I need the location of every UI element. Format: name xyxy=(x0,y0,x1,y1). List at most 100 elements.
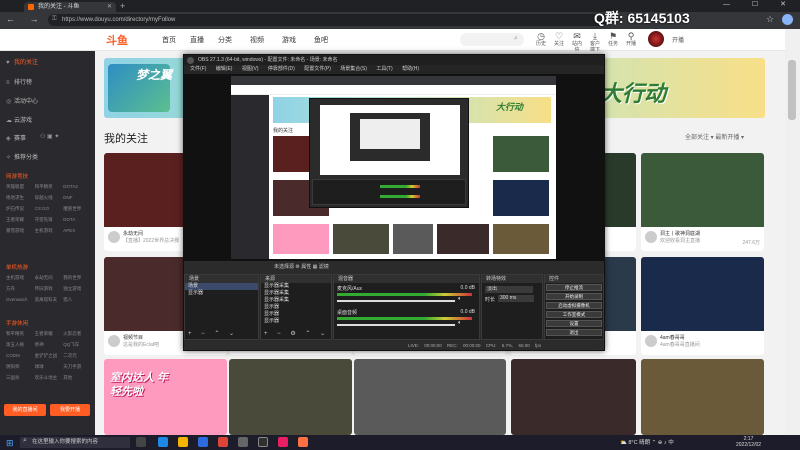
follow-filters[interactable]: 全部关注 ▾ 最新开播 ▾ xyxy=(685,132,744,141)
sidebar-cat[interactable]: QQ飞车 xyxy=(63,342,92,353)
sidebar-cat[interactable]: 逃离塔科夫 xyxy=(35,297,64,308)
virtual-camera-button[interactable]: 启动虚拟摄像机 xyxy=(546,302,602,309)
nav-live[interactable]: 直播 xyxy=(190,35,204,45)
sidebar-cat[interactable]: 绝地求生 xyxy=(6,195,35,206)
obs-preview[interactable]: 大行动 我的关注 xyxy=(231,76,556,259)
sidebar-item-cloud[interactable]: ☁ 云游戏 xyxy=(6,115,32,124)
file-explorer-icon[interactable] xyxy=(178,437,188,447)
sidebar-cat[interactable]: 英雄联盟 xyxy=(6,184,35,195)
app-icon[interactable] xyxy=(238,437,248,447)
sidebar-cat[interactable]: DOTA xyxy=(63,217,92,228)
sidebar-cat[interactable]: 我的世界 xyxy=(63,275,92,286)
profile-icon[interactable] xyxy=(782,14,793,25)
exit-button[interactable]: 退出 xyxy=(546,329,602,336)
sidebar-cat[interactable]: 和平精英 xyxy=(35,184,64,195)
start-live-button[interactable]: 我要开播 xyxy=(50,404,90,416)
volume-slider[interactable] xyxy=(337,324,455,326)
sidebar-item-events[interactable]: ◎ 活动中心 xyxy=(6,96,38,105)
sidebar-cat[interactable]: 三国杀 xyxy=(6,375,35,386)
sidebar-item-match[interactable]: ◈ 赛事 xyxy=(6,133,26,142)
sidebar-cat[interactable]: 第五人格 xyxy=(6,342,35,353)
sidebar-cat[interactable]: 二次元 xyxy=(63,353,92,364)
taskbar-search[interactable]: 在这里输入你要搜索的内容 xyxy=(20,437,130,448)
obs-taskbar-icon[interactable] xyxy=(258,437,268,447)
sidebar-item-follow[interactable]: ♥ 我的关注 xyxy=(6,57,38,66)
stream-card[interactable] xyxy=(354,359,506,435)
edge-icon[interactable] xyxy=(158,437,168,447)
sidebar-cat[interactable]: 天刀手游 xyxy=(63,364,92,375)
url-field[interactable]: https://www.douyu.com/directory/myFollow xyxy=(48,14,608,26)
sidebar-cat[interactable]: 猎人 xyxy=(63,297,92,308)
task-icon[interactable]: ⚑ 任务 xyxy=(606,31,620,47)
sidebar-cat[interactable]: APEX xyxy=(63,228,92,239)
sidebar-cat[interactable]: 火影忍者 xyxy=(63,331,92,342)
windows-start-icon[interactable]: ⊞ xyxy=(6,438,14,449)
store-icon[interactable] xyxy=(198,437,208,447)
bookmark-star-icon[interactable]: ☆ xyxy=(766,14,774,25)
sidebar-cat[interactable]: 金铲铲之战 xyxy=(35,353,64,364)
source-item[interactable]: 显示器 xyxy=(261,318,331,325)
location-icon[interactable]: ⚲ 开播 xyxy=(624,31,638,47)
follow-icon[interactable]: ♡ 关注 xyxy=(552,31,566,47)
source-item[interactable]: 显示器采集 xyxy=(261,290,331,297)
stream-card[interactable]: 洞主丨歌神洞庭湖 欢迎收看洞主直播 247.6万 xyxy=(641,153,764,251)
volume-slider[interactable] xyxy=(337,300,455,302)
sidebar-cat[interactable]: 主机游戏 xyxy=(6,275,35,286)
system-tray[interactable]: ⛅ 8°C 晴朗 ⌃ ⊕ ♪ 中 xyxy=(620,438,674,446)
stream-title[interactable]: 4am春哥哥 xyxy=(660,334,764,341)
sidebar-cat[interactable]: 炉石传说 xyxy=(6,206,35,217)
sidebar-cat[interactable]: 阴阳师 xyxy=(6,364,35,375)
history-icon[interactable]: ◷ 历史 xyxy=(534,31,548,47)
speaker-icon[interactable]: 🔈︎ xyxy=(458,296,462,303)
sidebar-cat[interactable]: 原神 xyxy=(35,342,64,353)
source-item[interactable]: 显示器采集 xyxy=(261,283,331,290)
sidebar-cat[interactable]: 方舟 xyxy=(6,286,35,297)
start-recording-button[interactable]: 开始录制 xyxy=(546,293,602,300)
sidebar-item-rank[interactable]: ≡ 排行榜 xyxy=(6,77,32,86)
upload-link[interactable]: 开播 xyxy=(672,35,684,44)
scene-item[interactable]: 显示器 xyxy=(185,290,258,297)
stream-card[interactable]: 室内达人 年轻先啦 xyxy=(104,359,227,435)
settings-button[interactable]: 设置 xyxy=(546,320,602,327)
nav-category[interactable]: 分类 xyxy=(218,35,232,45)
search-icon[interactable]: ⌕ xyxy=(514,35,518,43)
source-item[interactable]: 显示器采集 xyxy=(261,297,331,304)
app-icon[interactable] xyxy=(278,437,288,447)
chrome-icon[interactable] xyxy=(218,437,228,447)
avatar[interactable] xyxy=(648,31,664,47)
stream-card[interactable] xyxy=(229,359,352,435)
stream-thumbnail[interactable] xyxy=(641,359,764,435)
avatar[interactable] xyxy=(645,231,657,243)
close-tab-icon[interactable]: ✕ xyxy=(107,2,112,12)
scene-controls[interactable]: + − ⌃ ⌄ xyxy=(188,330,238,337)
sidebar-cat[interactable]: 欢乐斗地主 xyxy=(35,375,64,386)
obs-menu-bar[interactable]: 文件(F) 编辑(E) 视图(V) 停靠部件(D) 配置文件(P) 场景集合(S… xyxy=(184,65,604,74)
sidebar-cat[interactable]: 和平精英 xyxy=(6,331,35,342)
duration-input[interactable]: 300 ms xyxy=(498,295,534,302)
sidebar-cat[interactable]: 穿越火线 xyxy=(35,195,64,206)
sidebar-cat[interactable]: 主机游戏 xyxy=(35,228,64,239)
avatar[interactable] xyxy=(108,335,120,347)
sidebar-item-recommend[interactable]: ✧ 推荐分类 xyxy=(6,152,38,161)
stream-thumbnail[interactable] xyxy=(354,359,506,435)
scene-item[interactable]: 场景 xyxy=(185,283,258,290)
sidebar-cat[interactable]: 守望先锋 xyxy=(35,217,64,228)
source-controls[interactable]: + − ⚙ ⌃ ⌄ xyxy=(264,330,329,337)
scrollbar-thumb[interactable] xyxy=(788,60,796,120)
my-room-button[interactable]: 我的直播间 xyxy=(4,404,46,416)
sidebar-cat[interactable]: 其他 xyxy=(63,375,92,386)
taskbar-clock[interactable]: 2:17 2022/12/02 xyxy=(736,436,761,448)
sidebar-cat[interactable]: Overwatch xyxy=(6,297,35,308)
avatar[interactable] xyxy=(645,335,657,347)
speaker-icon[interactable]: 🔈︎ xyxy=(458,320,462,327)
sidebar-cat[interactable]: 怀旧游戏 xyxy=(35,286,64,297)
stream-thumbnail[interactable] xyxy=(511,359,636,435)
sidebar-small-icons[interactable]: ⚇ ▣ ✦ xyxy=(40,133,59,140)
stream-thumbnail[interactable] xyxy=(229,359,352,435)
sidebar-cat[interactable]: DNF xyxy=(63,195,92,206)
source-item[interactable]: 显示器 xyxy=(261,304,331,311)
nav-video[interactable]: 视频 xyxy=(250,35,264,45)
stream-thumbnail[interactable] xyxy=(641,257,764,331)
new-tab-icon[interactable]: + xyxy=(120,1,125,11)
stream-title[interactable]: 洞主丨歌神洞庭湖 xyxy=(660,230,764,237)
